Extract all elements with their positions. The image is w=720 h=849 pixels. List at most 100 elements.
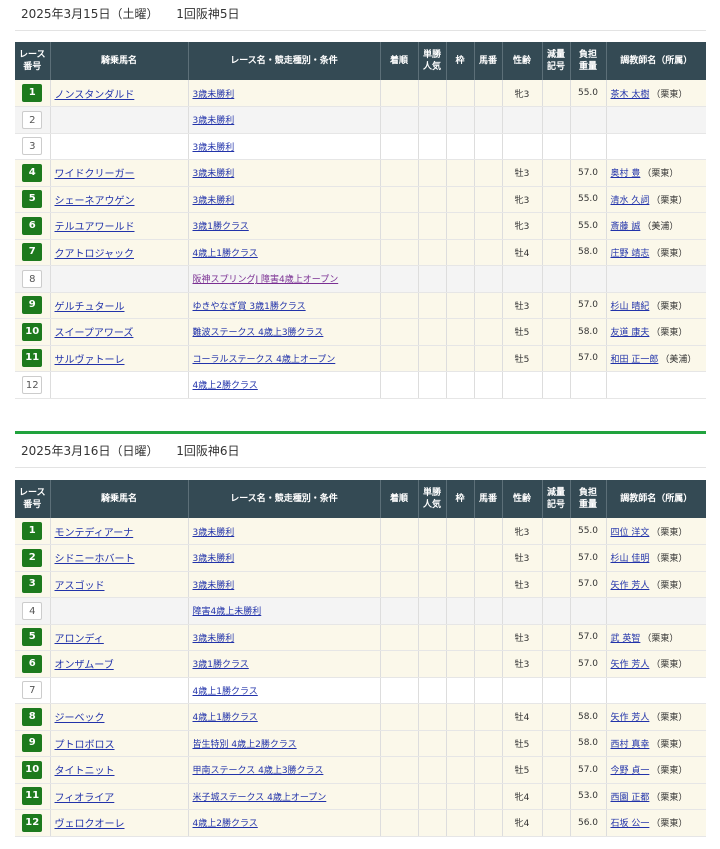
- table-row: 5 シェーネアウゲン 3歳未勝利 牝3 55.0 清水 久詞 （栗東）: [15, 186, 706, 213]
- weight-cell: 57.0: [570, 571, 607, 598]
- horse-link[interactable]: ワイドクリーガー: [55, 169, 135, 180]
- horse-no-cell: [474, 159, 503, 187]
- horse-link[interactable]: ノンスタンダルド: [55, 90, 135, 101]
- trainer-link[interactable]: 清水 久詞: [611, 196, 650, 206]
- race-link[interactable]: 3歳未勝利: [193, 196, 235, 206]
- horse-link[interactable]: スイープアワーズ: [55, 328, 134, 339]
- horse-link[interactable]: ジーベック: [55, 713, 105, 724]
- race-link[interactable]: 阪神スプリングJ 障害4歳上オープン: [193, 275, 339, 285]
- weight-reduction-cell: [542, 80, 571, 107]
- horse-cell: [50, 597, 189, 625]
- race-link[interactable]: 3歳1勝クラス: [193, 222, 249, 232]
- horse-link[interactable]: テルユアワールド: [55, 222, 135, 233]
- race-link[interactable]: 甲南ステークス 4歳上3勝クラス: [193, 766, 324, 776]
- horse-link[interactable]: アロンディ: [55, 634, 104, 645]
- horse-link[interactable]: プトロボロス: [55, 740, 115, 751]
- race-link[interactable]: 4歳上1勝クラス: [193, 249, 258, 259]
- trainer-link[interactable]: 石坂 公一: [611, 819, 650, 829]
- race-number-cell: 7: [15, 677, 51, 704]
- column-header: 負担 重量: [570, 480, 607, 518]
- trainer-link[interactable]: 杉山 晴紀: [611, 302, 650, 312]
- race-link[interactable]: 3歳未勝利: [193, 169, 235, 179]
- race-link[interactable]: ゆきやなぎ賞 3歳1勝クラス: [193, 302, 306, 312]
- race-link[interactable]: 4歳上1勝クラス: [193, 687, 258, 697]
- race-link[interactable]: 4歳上2勝クラス: [193, 819, 258, 829]
- horse-link[interactable]: モンテディアーナ: [55, 528, 134, 539]
- trainer-link[interactable]: 西村 真幸: [611, 740, 650, 750]
- trainer-link[interactable]: 四位 洋文: [611, 528, 650, 538]
- column-header: 着順: [380, 42, 419, 80]
- finish-cell: [380, 133, 419, 160]
- race-link[interactable]: 4歳上2勝クラス: [193, 381, 258, 391]
- race-link[interactable]: 皆生特別 4歳上2勝クラス: [193, 740, 297, 750]
- race-cell: 3歳1勝クラス: [188, 650, 381, 678]
- table-row: 7 クアトロジャック 4歳上1勝クラス 牡4 58.0 庄野 靖志 （栗東）: [15, 239, 706, 266]
- sex-age-cell: [502, 597, 543, 625]
- trainer-link[interactable]: 武 英智: [611, 634, 641, 644]
- sex-age-cell: 牡3: [502, 159, 543, 187]
- trainer-link[interactable]: 庄野 靖志: [611, 249, 650, 259]
- horse-no-cell: [474, 292, 503, 319]
- finish-cell: [380, 597, 419, 625]
- sex-age-cell: [502, 265, 543, 293]
- race-number-cell: 7: [15, 239, 51, 266]
- trainer-link[interactable]: 斎藤 誠: [611, 222, 641, 232]
- trainer-link[interactable]: 矢作 芳人: [611, 581, 650, 591]
- weight-cell: 55.0: [570, 518, 607, 545]
- frame-cell: [446, 265, 475, 293]
- trainer-link[interactable]: 茶木 太樹: [611, 90, 650, 100]
- race-link[interactable]: 障害4歳上未勝利: [193, 607, 262, 617]
- horse-link[interactable]: サルヴァトーレ: [55, 355, 125, 366]
- race-cell: 米子城ステークス 4歳上オープン: [188, 783, 381, 810]
- table-row: 8 ジーベック 4歳上1勝クラス 牡4 58.0 矢作 芳人 （栗東）: [15, 703, 706, 731]
- table-row: 4 障害4歳上未勝利: [15, 597, 706, 625]
- horse-link[interactable]: シドニーホバート: [55, 554, 135, 565]
- horse-link[interactable]: ヴェロクオーレ: [55, 819, 125, 830]
- sex-age-cell: 牡3: [502, 544, 543, 572]
- horse-cell: ゲルチュタール: [50, 292, 189, 319]
- race-link[interactable]: 3歳未勝利: [193, 116, 235, 126]
- frame-cell: [446, 571, 475, 598]
- race-link[interactable]: コーラルステークス 4歳上オープン: [193, 355, 336, 365]
- horse-link[interactable]: シェーネアウゲン: [55, 196, 135, 207]
- race-link[interactable]: 3歳未勝利: [193, 554, 235, 564]
- horse-link[interactable]: ゲルチュタール: [55, 302, 125, 313]
- race-link[interactable]: 3歳未勝利: [193, 634, 235, 644]
- race-link[interactable]: 3歳未勝利: [193, 143, 235, 153]
- trainer-link[interactable]: 友道 康夫: [611, 328, 650, 338]
- horse-link[interactable]: アスゴッド: [55, 581, 105, 592]
- finish-cell: [380, 518, 419, 545]
- horse-link[interactable]: フィオライア: [55, 793, 115, 804]
- horse-link[interactable]: オンザムーブ: [55, 660, 114, 671]
- weight-cell: 57.0: [570, 624, 607, 651]
- trainer-affiliation: （栗東）: [651, 580, 688, 591]
- finish-cell: [380, 239, 419, 266]
- race-link[interactable]: 3歳未勝利: [193, 90, 235, 100]
- trainer-affiliation: （栗東）: [651, 328, 688, 339]
- table-row: 9 ゲルチュタール ゆきやなぎ賞 3歳1勝クラス 牡3 57.0 杉山 晴紀 （栗東）: [15, 292, 706, 319]
- trainer-link[interactable]: 矢作 芳人: [611, 660, 650, 670]
- race-number-badge: 2: [22, 548, 43, 567]
- trainer-link[interactable]: 西園 正都: [611, 793, 650, 803]
- race-link[interactable]: 米子城ステークス 4歳上オープン: [193, 793, 327, 803]
- horse-link[interactable]: クアトロジャック: [55, 249, 135, 260]
- horse-link[interactable]: タイトニット: [55, 766, 115, 777]
- race-link[interactable]: 3歳1勝クラス: [193, 660, 249, 670]
- table-row: 6 テルユアワールド 3歳1勝クラス 牝3 55.0 斎藤 誠（美浦）: [15, 212, 706, 240]
- trainer-link[interactable]: 杉山 佳明: [611, 554, 650, 564]
- race-link[interactable]: 3歳未勝利: [193, 528, 235, 538]
- weight-reduction-cell: [542, 730, 571, 757]
- trainer-link[interactable]: 今野 貞一: [611, 766, 650, 776]
- odds-rank-cell: [418, 133, 447, 160]
- race-number-badge: 6: [22, 654, 43, 673]
- race-link[interactable]: 難波ステークス 4歳上3勝クラス: [193, 328, 324, 338]
- trainer-link[interactable]: 奥村 豊: [611, 169, 641, 179]
- trainer-link[interactable]: 和田 正一郎: [611, 355, 659, 365]
- trainer-link[interactable]: 矢作 芳人: [611, 713, 650, 723]
- sex-age-cell: 牡3: [502, 650, 543, 678]
- race-link[interactable]: 4歳上1勝クラス: [193, 713, 258, 723]
- race-link[interactable]: 3歳未勝利: [193, 581, 235, 591]
- column-header: 性齢: [502, 42, 543, 80]
- weight-reduction-cell: [542, 783, 571, 810]
- race-cell: 3歳未勝利: [188, 571, 381, 598]
